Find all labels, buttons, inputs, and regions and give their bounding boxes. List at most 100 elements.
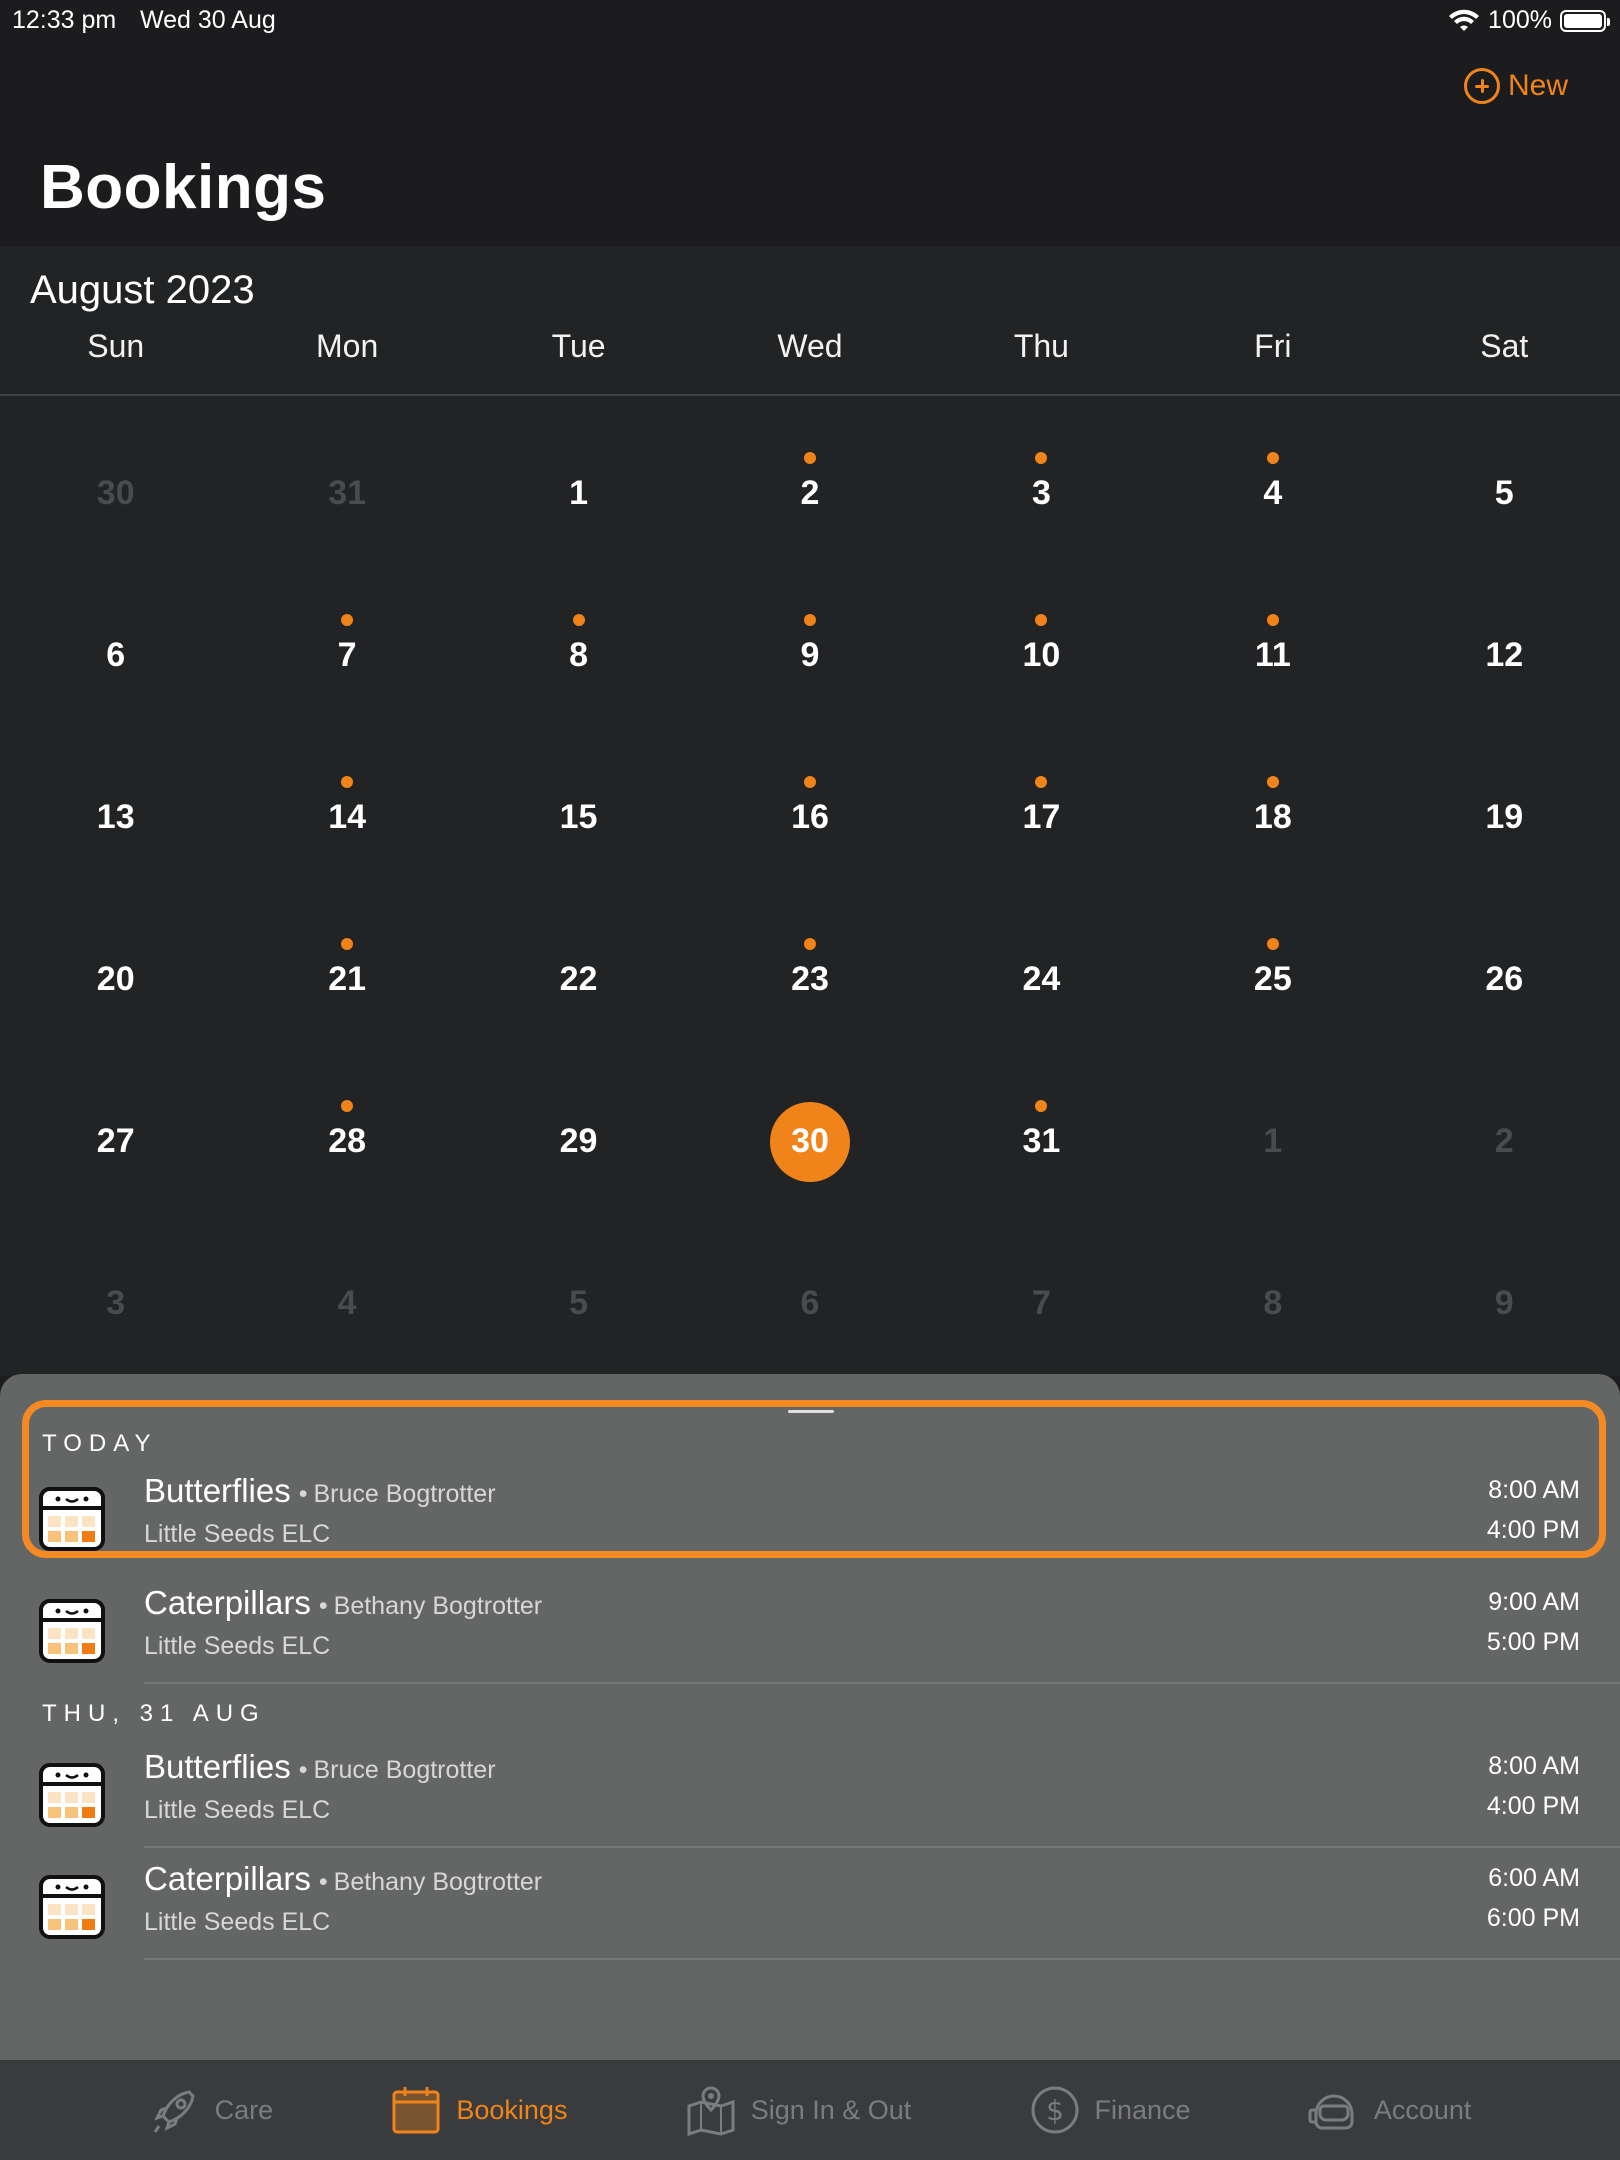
sheet-drag-handle[interactable]	[788, 1410, 834, 1413]
svg-text:$: $	[1046, 2094, 1064, 2127]
calendar-day[interactable]: 16	[694, 730, 925, 892]
calendar-day[interactable]: 24	[926, 892, 1157, 1054]
tab-finance[interactable]: $ Finance	[1029, 2084, 1191, 2136]
tab-label: Finance	[1094, 2094, 1191, 2125]
day-number: 2	[1494, 1122, 1514, 1160]
calendar-day[interactable]: 10	[926, 568, 1157, 730]
day-number: 7	[1031, 1284, 1051, 1322]
calendar: August 2023 Sun Mon Tue Wed Thu Fri Sat 30 31 1 2…	[0, 246, 1620, 1376]
booking-list-item[interactable]: Butterflies • Bruce Bogtrotter Little Seed…	[0, 1738, 1620, 1848]
calendar-day[interactable]: 11	[1157, 568, 1388, 730]
rocket-icon	[149, 2084, 201, 2136]
booking-room: Caterpillars	[144, 1860, 311, 1897]
booking-dot-indicator	[803, 776, 816, 788]
calendar-day[interactable]: 7	[926, 1216, 1157, 1378]
calendar-day[interactable]: 22	[463, 892, 694, 1054]
calendar-week: 30 31 1 2 3 4 5	[0, 406, 1620, 568]
calendar-day[interactable]: 31	[926, 1054, 1157, 1216]
day-number: 13	[96, 798, 135, 836]
day-number: 5	[1494, 474, 1514, 512]
row-divider	[144, 1682, 1620, 1684]
battery-percent: 100%	[1488, 6, 1552, 34]
day-number: 10	[1022, 636, 1061, 674]
booking-dot-indicator	[341, 614, 354, 626]
new-booking-button[interactable]: New	[1463, 68, 1568, 104]
calendar-day[interactable]: 2	[1389, 1054, 1620, 1216]
calendar-week: 3 4 5 6 7 8 9	[0, 1216, 1620, 1378]
day-number: 17	[1022, 798, 1061, 836]
calendar-week: 20 21 22 23 24 25 26	[0, 892, 1620, 1054]
booking-end-time: 4:00 PM	[1486, 1516, 1580, 1544]
day-number: 31	[1022, 1122, 1061, 1160]
calendar-day[interactable]: 9	[694, 568, 925, 730]
day-number: 30	[96, 474, 135, 512]
booking-dot-indicator	[803, 614, 816, 626]
tab-account[interactable]: Account	[1308, 2084, 1471, 2136]
day-number: 30	[791, 1122, 829, 1160]
bullet-separator: •	[318, 1868, 328, 1896]
booking-list-item[interactable]: Caterpillars • Bethany Bogtrotter Little S…	[0, 1574, 1620, 1684]
bullet-separator: •	[298, 1480, 308, 1508]
calendar-day[interactable]: 2	[694, 406, 925, 568]
day-number: 20	[96, 960, 135, 998]
booking-list-item[interactable]: Butterflies • Bruce Bogtrotter Little Seed…	[0, 1462, 1620, 1572]
calendar-day[interactable]: 26	[1389, 892, 1620, 1054]
calendar-day[interactable]: 19	[1389, 730, 1620, 892]
calendar-day[interactable]: 1	[463, 406, 694, 568]
calendar-day[interactable]: 28	[231, 1054, 462, 1216]
calendar-day[interactable]: 3	[0, 1216, 231, 1378]
calendar-day[interactable]: 30	[0, 406, 231, 568]
calendar-day[interactable]: 8	[1157, 1216, 1388, 1378]
calendar-day[interactable]: 8	[463, 568, 694, 730]
calendar-week: 27 28 29 30 31 1 2	[0, 1054, 1620, 1216]
booking-centre: Little Seeds ELC	[144, 1908, 331, 1936]
calendar-day[interactable]: 31	[231, 406, 462, 568]
day-number: 5	[569, 1284, 589, 1322]
calendar-day[interactable]: 25	[1157, 892, 1388, 1054]
booking-room: Caterpillars	[144, 1584, 311, 1621]
calendar-day[interactable]: 21	[231, 892, 462, 1054]
header: New Bookings	[0, 40, 1620, 246]
calendar-day[interactable]: 4	[1157, 406, 1388, 568]
day-number: 9	[1494, 1284, 1514, 1322]
booking-start-time: 8:00 AM	[1488, 1476, 1580, 1504]
tab-bookings[interactable]: Bookings	[390, 2084, 567, 2136]
calendar-day[interactable]: 15	[463, 730, 694, 892]
calendar-day[interactable]: 7	[231, 568, 462, 730]
plus-circle-icon	[1463, 68, 1500, 104]
calendar-day-selected[interactable]: 30	[694, 1054, 925, 1216]
day-number: 8	[569, 636, 589, 674]
battery-icon	[1560, 9, 1610, 32]
calendar-day[interactable]: 12	[1389, 568, 1620, 730]
calendar-day[interactable]: 20	[0, 892, 231, 1054]
calendar-day[interactable]: 17	[926, 730, 1157, 892]
day-number: 7	[337, 636, 357, 674]
calendar-day[interactable]: 4	[231, 1216, 462, 1378]
wifi-icon	[1449, 9, 1480, 31]
day-number: 1	[569, 474, 589, 512]
calendar-day[interactable]: 14	[231, 730, 462, 892]
booking-dot-indicator	[341, 1100, 354, 1112]
dollar-circle-icon: $	[1029, 2084, 1081, 2136]
tab-care[interactable]: Care	[149, 2084, 273, 2136]
booking-title: Butterflies • Bruce Bogtrotter	[144, 1748, 496, 1786]
calendar-day[interactable]: 6	[694, 1216, 925, 1378]
calendar-day[interactable]: 18	[1157, 730, 1388, 892]
calendar-day[interactable]: 9	[1389, 1216, 1620, 1378]
calendar-day[interactable]: 3	[926, 406, 1157, 568]
booking-list-item[interactable]: Caterpillars • Bethany Bogtrotter Little S…	[0, 1850, 1620, 1960]
calendar-day[interactable]: 13	[0, 730, 231, 892]
calendar-day[interactable]: 5	[463, 1216, 694, 1378]
calendar-day[interactable]: 5	[1389, 406, 1620, 568]
calendar-day[interactable]: 6	[0, 568, 231, 730]
calendar-day[interactable]: 1	[1157, 1054, 1388, 1216]
tab-sign-in-out[interactable]: Sign In & Out	[685, 2084, 911, 2136]
booking-dot-indicator	[341, 776, 354, 788]
calendar-day[interactable]: 23	[694, 892, 925, 1054]
calendar-day[interactable]: 27	[0, 1054, 231, 1216]
calendar-grid: 30 31 1 2 3 4 5 6 7 8 9 10 11 12 13 14 15 16 17 18 19 20 21 22 2…	[0, 406, 1620, 1378]
booking-dot-indicator	[1266, 614, 1279, 626]
status-date: Wed 30 Aug	[140, 6, 276, 34]
calendar-day[interactable]: 29	[463, 1054, 694, 1216]
page-title: Bookings	[40, 153, 327, 222]
